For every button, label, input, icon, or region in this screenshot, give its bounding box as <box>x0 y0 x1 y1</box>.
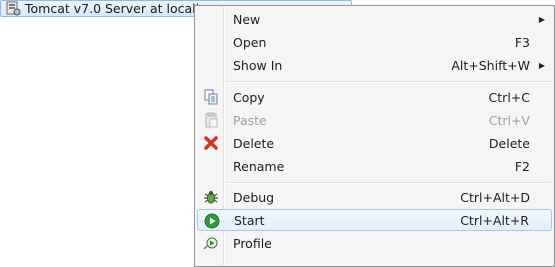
server-tree-label: Tomcat v7.0 Server at localh <box>25 1 204 16</box>
menu-item-debug[interactable]: Debug Ctrl+Alt+D <box>197 186 552 208</box>
menu-item-rename[interactable]: Rename F2 <box>197 155 552 177</box>
server-icon <box>6 1 21 16</box>
menu-item-shortcut: Ctrl+V <box>488 112 530 128</box>
menu-item-shortcut: Ctrl+Alt+D <box>460 189 530 205</box>
submenu-arrow-icon: ▶ <box>538 60 545 70</box>
start-icon <box>204 213 220 229</box>
menu-item-label: Show In <box>233 57 283 73</box>
menu-item-paste[interactable]: Paste Ctrl+V <box>197 109 552 131</box>
menu-item-new[interactable]: New ▶ <box>197 8 552 30</box>
menu-item-open[interactable]: Open F3 <box>197 31 552 53</box>
menu-item-start[interactable]: Start Ctrl+Alt+R <box>197 209 552 231</box>
menu-item-label: Open <box>233 34 267 50</box>
menu-item-copy[interactable]: Copy Ctrl+C <box>197 86 552 108</box>
menu-item-delete[interactable]: Delete Delete <box>197 132 552 154</box>
menu-item-label: Start <box>234 212 265 228</box>
menu-item-label: Delete <box>233 135 275 151</box>
menu-item-profile[interactable]: Profile <box>197 232 552 254</box>
menu-item-shortcut: Delete <box>488 135 530 151</box>
menu-separator <box>227 182 551 184</box>
menu-item-shortcut: Ctrl+Alt+R <box>460 212 529 228</box>
debug-icon <box>204 191 218 204</box>
menu-item-label: Profile <box>233 235 272 251</box>
menu-item-label: Paste <box>233 112 267 128</box>
menu-item-shortcut: F2 <box>514 158 530 174</box>
menu-separator <box>227 81 551 83</box>
delete-icon <box>204 136 218 150</box>
menu-item-show-in[interactable]: Show In Alt+Shift+W ▶ <box>197 54 552 76</box>
menu-item-shortcut: F3 <box>514 34 530 50</box>
menu-item-label: Copy <box>233 89 265 105</box>
menu-item-label: Debug <box>233 189 275 205</box>
menu-item-shortcut: Alt+Shift+W <box>451 57 530 73</box>
profile-icon <box>203 237 218 250</box>
paste-icon <box>205 112 218 128</box>
menu-item-label: New <box>233 11 261 27</box>
context-menu: New ▶ Open F3 Show In Alt+Shift+W ▶ Copy… <box>194 5 555 267</box>
menu-item-label: Rename <box>233 158 285 174</box>
menu-item-shortcut: Ctrl+C <box>488 89 530 105</box>
submenu-arrow-icon: ▶ <box>538 14 545 24</box>
copy-icon <box>204 89 218 105</box>
